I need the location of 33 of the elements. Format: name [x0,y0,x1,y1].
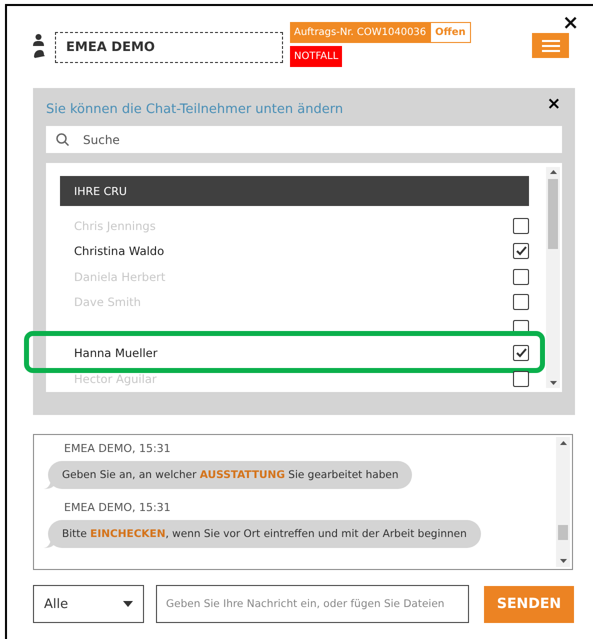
message-meta: EMEA DEMO, 15:31 [64,442,172,455]
status-badge: Offen [430,22,471,43]
scroll-up-icon[interactable] [550,170,556,174]
scroll-down-icon[interactable] [550,381,556,385]
scrollbar[interactable] [556,437,570,567]
priority-badge: NOTFALL [290,46,342,67]
helmet-icon [33,49,45,58]
order-number-badge: Auftrags-Nr. COW1040036 [290,22,430,43]
scroll-thumb[interactable] [548,179,558,249]
checkbox[interactable] [513,345,529,362]
scrollbar[interactable] [546,167,560,388]
caret-icon [123,601,133,607]
message-bubble: Bitte EINCHECKEN, wenn Sie vor Ort eintreffen und mit der Arbeit beginnen [48,520,481,548]
checkmark-icon [516,246,526,256]
scroll-up-icon[interactable] [560,441,566,445]
message-meta: EMEA DEMO, 15:31 [64,501,172,514]
close-button[interactable]: × [546,94,561,114]
panel-title: Sie können die Chat-Teilnehmer unten ändern [46,102,344,117]
close-button[interactable]: × [562,12,579,32]
checkmark-icon [516,348,526,358]
participant-name: Christina Waldo [74,244,164,258]
checkbox[interactable] [513,243,529,260]
scroll-down-icon[interactable] [560,559,566,563]
participant-name: Hanna Mueller [74,346,158,360]
scroll-thumb[interactable] [558,525,568,540]
recipient-dropdown[interactable]: Alle [33,585,144,623]
message-bubble: Geben Sie an, an welcher AUSSTATTUNG Sie gearbeitet haben [48,461,412,489]
search-icon [56,133,69,146]
person-icon [33,34,44,46]
user-name-field[interactable]: EMEA DEMO [55,32,283,63]
search-field[interactable]: Suche [46,126,562,153]
message-input[interactable]: Geben Sie Ihre Nachricht ein, oder fügen Sie Dateien [156,585,469,623]
group-header: IHRE CRU [60,176,529,206]
